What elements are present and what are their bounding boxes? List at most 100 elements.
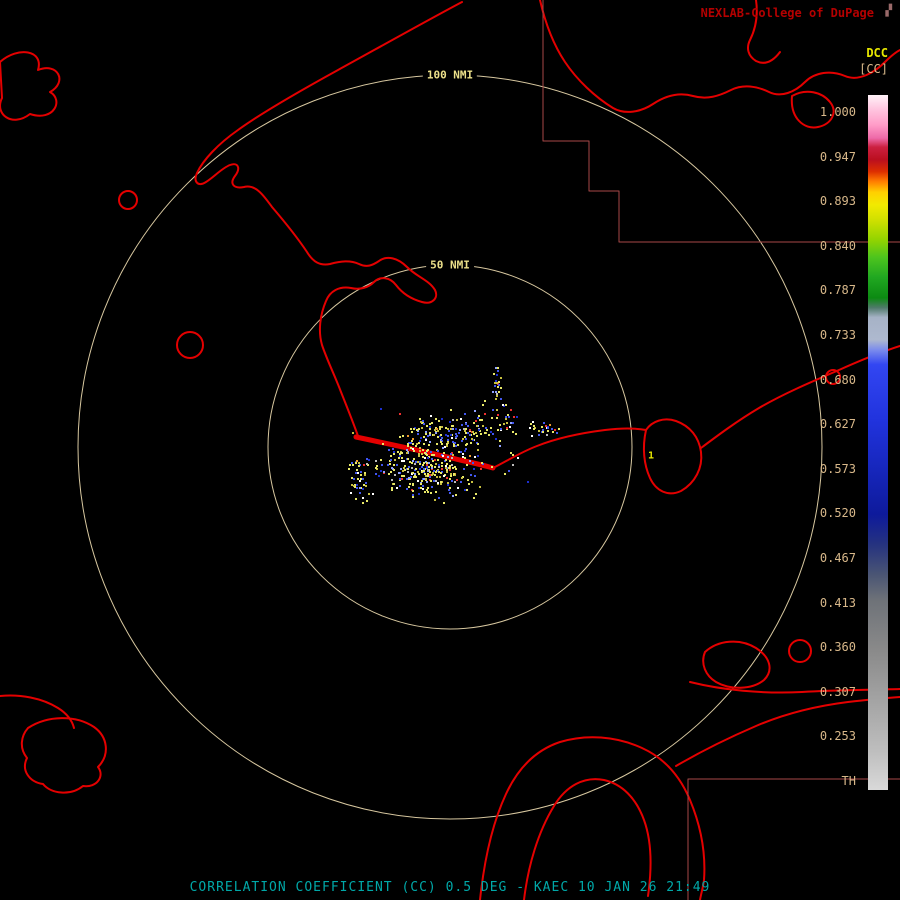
radar-echo-pixel (478, 429, 480, 431)
radar-echo-pixel (411, 462, 413, 464)
radar-echo-pixel (416, 429, 418, 431)
radar-echo-pixel (420, 437, 422, 439)
radar-echo-pixel (381, 464, 383, 466)
map-outline-circle (177, 332, 203, 358)
radar-echo-pixel (495, 391, 497, 393)
radar-echo-pixel (474, 475, 476, 477)
radar-echo-pixel (454, 466, 456, 468)
radar-echo-pixel (356, 469, 358, 471)
radar-echo-pixel (460, 481, 462, 483)
radar-echo-pixel (473, 433, 475, 435)
range-ring-label-50nmi: 50 NMI (426, 258, 474, 273)
radar-echo-pixel (352, 464, 354, 466)
radar-echo-pixel (430, 464, 432, 466)
radar-echo-pixel (429, 423, 431, 425)
radar-echo-pixel (425, 431, 427, 433)
radar-echo-pixel (358, 462, 360, 464)
radar-echo-pixel (398, 457, 400, 459)
radar-echo-pixel (376, 465, 378, 467)
radar-echo-pixel (431, 486, 433, 488)
radar-echo-pixel (496, 409, 498, 411)
map-outline-circle (789, 640, 811, 662)
radar-echo-pixel (443, 502, 445, 504)
radar-echo-pixel (390, 471, 392, 473)
radar-echo-pixel (355, 462, 357, 464)
city-marker: 1 (648, 451, 654, 462)
radar-echo-pixel (402, 435, 404, 437)
map-outline (0, 52, 59, 120)
radar-echo-pixel (393, 483, 395, 485)
radar-echo-pixel (446, 471, 448, 473)
radar-echo-pixel (464, 430, 466, 432)
radar-echo-pixel (485, 427, 487, 429)
radar-echo-pixel (440, 481, 442, 483)
map-outline (22, 718, 106, 792)
radar-echo-pixel (476, 425, 478, 427)
radar-echo-pixel (443, 452, 445, 454)
radar-echo-pixel (410, 428, 412, 430)
radar-echo-pixel (510, 409, 512, 411)
radar-echo-pixel (446, 469, 448, 471)
radar-echo-pixel (415, 461, 417, 463)
radar-echo-pixel (452, 441, 454, 443)
radar-echo-pixel (473, 422, 475, 424)
radar-echo-pixel (426, 464, 428, 466)
radar-echo-pixel (411, 467, 413, 469)
radar-echo-pixel (357, 472, 359, 474)
radar-echo-pixel (408, 486, 410, 488)
radar-echo-pixel (422, 449, 424, 451)
radar-echo-pixel (438, 464, 440, 466)
radar-echo-pixel (380, 408, 382, 410)
radar-echo-pixel (359, 487, 361, 489)
radar-echo-pixel (390, 455, 392, 457)
radar-echo-pixel (424, 491, 426, 493)
radar-echo-pixel (356, 460, 358, 462)
colorbar-tick-label: TH (842, 775, 856, 787)
radar-echo-pixel (401, 475, 403, 477)
radar-echo-pixel (357, 478, 359, 480)
radar-echo-pixel (412, 490, 414, 492)
cc-colorbar (868, 95, 888, 790)
radar-echo-pixel (443, 475, 445, 477)
radar-echo-pixel (406, 488, 408, 490)
radar-echo-pixel (390, 459, 392, 461)
radar-echo-pixel (429, 476, 431, 478)
radar-echo-pixel (426, 466, 428, 468)
radar-echo-pixel (412, 460, 414, 462)
radar-echo-pixel (406, 478, 408, 480)
radar-echo-pixel (418, 453, 420, 455)
radar-echo-pixel (449, 478, 451, 480)
radar-echo-pixel (427, 457, 429, 459)
radar-echo-pixel (468, 483, 470, 485)
radar-echo-pixel (362, 497, 364, 499)
radar-echo-pixel (360, 474, 362, 476)
radar-echo-pixel (394, 474, 396, 476)
radar-echo-pixel (399, 478, 401, 480)
radar-echo-pixel (546, 434, 548, 436)
radar-echo-pixel (498, 381, 500, 383)
radar-echo-pixel (431, 467, 433, 469)
radar-echo-pixel (475, 420, 477, 422)
radar-echo-pixel (391, 487, 393, 489)
radar-echo-pixel (427, 475, 429, 477)
radar-echo-pixel (388, 473, 390, 475)
radar-echo-pixel (477, 443, 479, 445)
radar-echo-pixel (429, 441, 431, 443)
cod-logo-icon: ▞ (885, 4, 892, 17)
map-outline (676, 697, 900, 766)
radar-echo-pixel (406, 452, 408, 454)
radar-echo-pixel (452, 428, 454, 430)
site-title: NEXLAB-College of DuPage (701, 6, 874, 20)
radar-echo-pixel (463, 468, 465, 470)
radar-echo-pixel (412, 483, 414, 485)
radar-echo-pixel (433, 454, 435, 456)
radar-echo-pixel (455, 445, 457, 447)
radar-echo-pixel (351, 477, 353, 479)
radar-map-canvas (0, 0, 900, 900)
radar-echo-pixel (497, 367, 499, 369)
radar-echo-pixel (435, 432, 437, 434)
radar-echo-pixel (396, 464, 398, 466)
radar-echo-pixel (495, 367, 497, 369)
radar-echo-pixel (446, 477, 448, 479)
radar-echo-pixel (412, 472, 414, 474)
